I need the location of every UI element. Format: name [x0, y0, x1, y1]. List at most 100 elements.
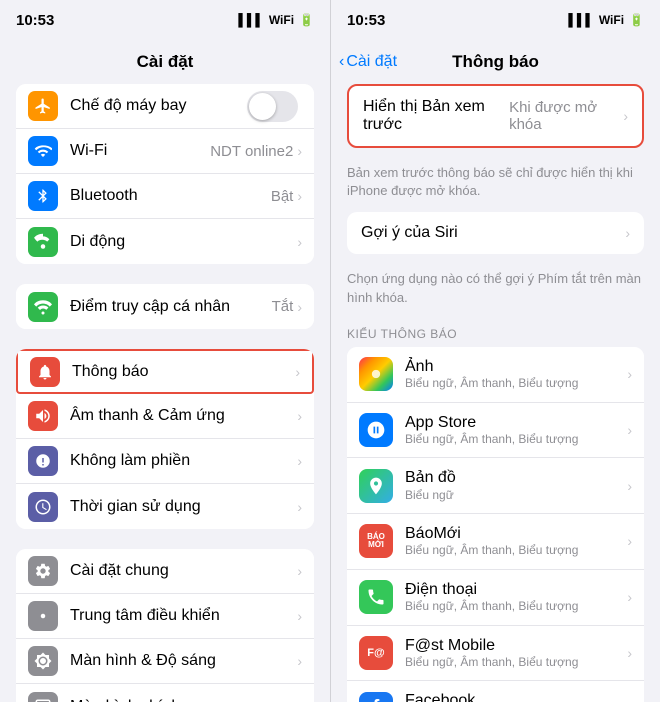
display-icon: [28, 646, 58, 676]
maps-info: Bản đồ Biểu ngữ: [405, 468, 627, 503]
phone-name: Điện thoại: [405, 580, 627, 599]
fast-name: F@st Mobile: [405, 636, 627, 655]
sounds-icon: [28, 401, 58, 431]
general-icon: [28, 556, 58, 586]
bluetooth-value: Bật: [271, 188, 294, 205]
appstore-chevron: ›: [627, 422, 632, 438]
dnd-label: Không làm phiền: [70, 452, 297, 470]
wifi-label: Wi-Fi: [70, 142, 210, 160]
appstore-sub: Biểu ngữ, Âm thanh, Biểu tượng: [405, 432, 627, 448]
maps-sub: Biểu ngữ: [405, 488, 627, 504]
settings-item-sounds[interactable]: Âm thanh & Cảm ứng ›: [16, 394, 314, 439]
app-item-fast[interactable]: F@ F@st Mobile Biểu ngữ, Âm thanh, Biểu …: [347, 626, 644, 682]
wallpaper-chevron: ›: [297, 699, 302, 702]
back-label: Cài đặt: [346, 53, 397, 71]
hotspot-label: Điểm truy cập cá nhân: [70, 298, 272, 316]
r-signal-icon: ▌▌▌: [568, 13, 594, 27]
app-item-maps[interactable]: Bản đồ Biểu ngữ ›: [347, 458, 644, 514]
phone-chevron: ›: [627, 589, 632, 605]
phone-info: Điện thoại Biểu ngữ, Âm thanh, Biểu tượn…: [405, 580, 627, 615]
app-item-photos[interactable]: Ảnh Biểu ngữ, Âm thanh, Biểu tượng ›: [347, 347, 644, 403]
settings-item-cellular[interactable]: Di động ›: [16, 219, 314, 264]
siri-section: Gợi ý của Siri ›: [347, 212, 644, 254]
app-item-baomoi[interactable]: BÁO MỚI BáoMới Biểu ngữ, Âm thanh, Biểu …: [347, 514, 644, 570]
left-nav-bar: Cài đặt: [0, 40, 330, 84]
maps-name: Bản đồ: [405, 468, 627, 487]
facebook-name: Facebook: [405, 691, 627, 702]
dnd-icon: [28, 446, 58, 476]
settings-item-bluetooth[interactable]: Bluetooth Bật ›: [16, 174, 314, 219]
settings-item-display[interactable]: Màn hình & Độ sáng ›: [16, 639, 314, 684]
bluetooth-label: Bluetooth: [70, 187, 271, 205]
facebook-info: Facebook Âm thanh, Biểu tượng: [405, 691, 627, 702]
wallpaper-icon: [28, 692, 58, 702]
preview-value: Khi được mở khóa: [509, 99, 619, 133]
left-panel: 10:53 ▌▌▌ WiFi 🔋 Cài đặt Chế độ máy bay: [0, 0, 330, 702]
left-status-icons: ▌▌▌ WiFi 🔋: [238, 13, 314, 27]
settings-item-general[interactable]: Cài đặt chung ›: [16, 549, 314, 594]
group-hotspot: Điểm truy cập cá nhân Tắt ›: [16, 284, 314, 329]
hotspot-chevron: ›: [297, 299, 302, 315]
photos-info: Ảnh Biểu ngữ, Âm thanh, Biểu tượng: [405, 357, 627, 392]
screentime-label: Thời gian sử dụng: [70, 498, 297, 516]
right-nav-title: Thông báo: [452, 52, 539, 72]
group-device: Cài đặt chung › Trung tâm điều khiển › M…: [16, 549, 314, 702]
cellular-icon: [28, 227, 58, 257]
maps-chevron: ›: [627, 478, 632, 494]
app-item-facebook[interactable]: f Facebook Âm thanh, Biểu tượng ›: [347, 681, 644, 702]
toggle-knob: [249, 93, 276, 120]
settings-item-wallpaper[interactable]: Màn hình chính ›: [16, 684, 314, 702]
back-button[interactable]: ‹ Cài đặt: [339, 53, 397, 71]
settings-item-wifi[interactable]: Wi-Fi NDT online2 ›: [16, 129, 314, 174]
cellular-chevron: ›: [297, 234, 302, 250]
maps-app-icon: [359, 469, 393, 503]
right-panel: 10:53 ▌▌▌ WiFi 🔋 ‹ Cài đặt Thông báo Hiể…: [330, 0, 660, 702]
baomoi-name: BáoMới: [405, 524, 627, 543]
appstore-name: App Store: [405, 413, 627, 432]
right-nav-bar: ‹ Cài đặt Thông báo: [331, 40, 660, 84]
general-chevron: ›: [297, 563, 302, 579]
bluetooth-chevron: ›: [297, 188, 302, 204]
preview-section: Hiển thị Bản xem trước Khi được mở khóa …: [347, 84, 644, 148]
app-item-phone[interactable]: Điện thoại Biểu ngữ, Âm thanh, Biểu tượn…: [347, 570, 644, 626]
settings-item-hotspot[interactable]: Điểm truy cập cá nhân Tắt ›: [16, 284, 314, 329]
group-connectivity: Chế độ máy bay Wi-Fi NDT online2 › Blue: [16, 84, 314, 264]
baomoi-chevron: ›: [627, 533, 632, 549]
sounds-chevron: ›: [297, 408, 302, 424]
settings-item-airplane[interactable]: Chế độ máy bay: [16, 84, 314, 129]
preview-desc: Bản xem trước thông báo sẽ chỉ được hiển…: [331, 156, 660, 212]
wifi-value: NDT online2: [210, 143, 293, 160]
settings-list: Chế độ máy bay Wi-Fi NDT online2 › Blue: [0, 84, 330, 702]
preview-item[interactable]: Hiển thị Bản xem trước Khi được mở khóa …: [349, 86, 642, 146]
notifications-chevron: ›: [295, 364, 300, 380]
settings-item-dnd[interactable]: Không làm phiền ›: [16, 439, 314, 484]
settings-item-screentime[interactable]: Thời gian sử dụng ›: [16, 484, 314, 529]
display-label: Màn hình & Độ sáng: [70, 652, 297, 670]
notifications-label: Thông báo: [72, 363, 295, 381]
appstore-info: App Store Biểu ngữ, Âm thanh, Biểu tượng: [405, 413, 627, 448]
wifi-chevron: ›: [297, 143, 302, 159]
dnd-chevron: ›: [297, 453, 302, 469]
baomoi-sub: Biểu ngữ, Âm thanh, Biểu tượng: [405, 543, 627, 559]
photos-chevron: ›: [627, 366, 632, 382]
cellular-label: Di động: [70, 233, 297, 251]
general-label: Cài đặt chung: [70, 562, 297, 580]
left-time: 10:53: [16, 12, 54, 29]
app-item-appstore[interactable]: App Store Biểu ngữ, Âm thanh, Biểu tượng…: [347, 403, 644, 459]
airplane-label: Chế độ máy bay: [70, 97, 247, 115]
siri-item[interactable]: Gợi ý của Siri ›: [347, 212, 644, 254]
appstore-app-icon: [359, 413, 393, 447]
baomoi-app-icon: BÁO MỚI: [359, 524, 393, 558]
fast-sub: Biểu ngữ, Âm thanh, Biểu tượng: [405, 655, 627, 671]
settings-item-notifications[interactable]: Thông báo ›: [16, 349, 314, 394]
signal-icon: ▌▌▌: [238, 13, 264, 27]
wallpaper-label: Màn hình chính: [70, 698, 297, 702]
airplane-toggle[interactable]: [247, 91, 298, 122]
right-time: 10:53: [347, 12, 385, 29]
wifi-icon: [28, 136, 58, 166]
photos-name: Ảnh: [405, 357, 627, 376]
photos-app-icon: [359, 357, 393, 391]
preview-label: Hiển thị Bản xem trước: [363, 98, 509, 134]
settings-item-control[interactable]: Trung tâm điều khiển ›: [16, 594, 314, 639]
fast-chevron: ›: [627, 645, 632, 661]
